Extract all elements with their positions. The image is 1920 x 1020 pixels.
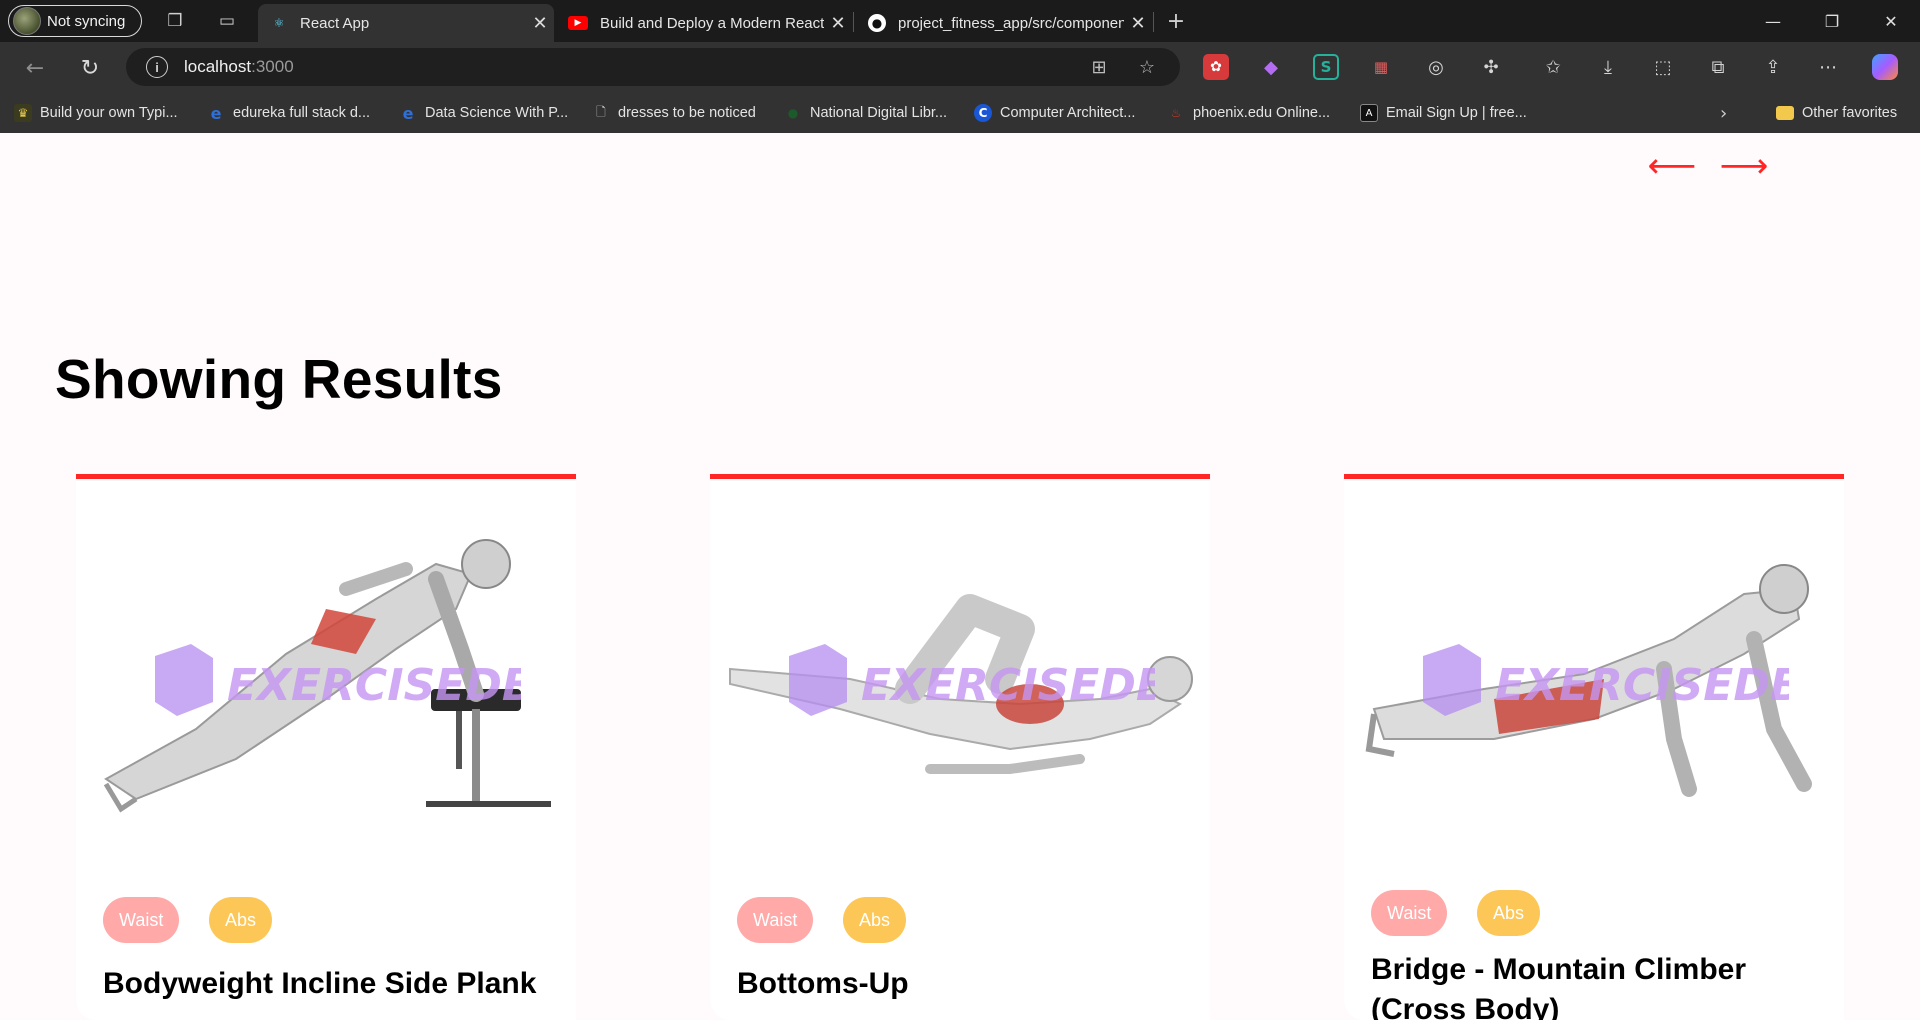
close-icon[interactable]: ✕: [526, 13, 554, 34]
exercise-image: EXERCISEDB: [76, 479, 576, 889]
tab-github[interactable]: ● project_fitness_app/src/componen ✕: [856, 4, 1152, 42]
site-info-icon[interactable]: i: [146, 56, 168, 78]
edureka-icon: e: [210, 103, 222, 123]
tab-divider: [1153, 12, 1154, 32]
extensions-puzzle-icon[interactable]: ✣: [1478, 54, 1504, 80]
favorites-icon[interactable]: ✩: [1540, 54, 1566, 80]
tag-abs[interactable]: Abs: [209, 897, 273, 943]
vercel-icon: A: [1360, 104, 1378, 122]
address-row: ← ↻ i localhost:3000 ⊞ ☆ ✿ ◆ S ▦ ◎ ✣ ✩ ⤓…: [0, 42, 1920, 92]
browser-chrome: Not syncing ❒ ▭ ⚛ React App ✕ ▶ Build an…: [0, 0, 1920, 133]
svg-text:EXERCISEDB: EXERCISEDB: [227, 660, 521, 711]
profile-button[interactable]: Not syncing: [8, 5, 142, 37]
tag-waist[interactable]: Waist: [737, 897, 814, 943]
exercise-card[interactable]: EXERCISEDB Waist Abs Bottoms-Up: [710, 474, 1210, 1020]
exercise-image: EXERCISEDB: [710, 479, 1210, 889]
watermark-logo: EXERCISEDB: [151, 644, 535, 729]
screenshot-icon[interactable]: ⬚: [1650, 54, 1676, 80]
extension-icon[interactable]: ▦: [1368, 54, 1394, 80]
url-text: localhost:3000: [184, 57, 294, 76]
scroll-right-arrow-icon[interactable]: ⟶: [1720, 146, 1769, 186]
tag-abs[interactable]: Abs: [843, 897, 907, 943]
exercise-name: Bridge - Mountain Climber (Cross Body): [1371, 953, 1746, 1020]
react-icon: ⚛: [273, 16, 285, 30]
tab-youtube[interactable]: ▶ Build and Deploy a Modern React ✕: [556, 4, 852, 42]
collections-icon[interactable]: ⧉: [1705, 54, 1731, 80]
bookmark-item[interactable]: e Data Science With P...: [399, 101, 569, 125]
bookmark-item[interactable]: 🗋 dresses to be noticed: [592, 101, 756, 125]
tab-react-app[interactable]: ⚛ React App ✕: [258, 4, 554, 42]
workspaces-icon[interactable]: ❒: [163, 9, 187, 33]
bookmark-item[interactable]: C Computer Architect...: [974, 101, 1135, 125]
extension-icon[interactable]: S: [1313, 54, 1339, 80]
bookmarks-overflow-chevron-icon[interactable]: ›: [1720, 101, 1727, 125]
tag-waist[interactable]: Waist: [1371, 890, 1448, 936]
more-options-icon[interactable]: ⋯: [1815, 54, 1841, 80]
favorite-star-icon[interactable]: ☆: [1136, 56, 1158, 78]
youtube-icon: ▶: [568, 16, 588, 30]
ndl-icon: ●: [787, 106, 799, 120]
extension-icon[interactable]: ◆: [1258, 54, 1284, 80]
bookmark-item[interactable]: e edureka full stack d...: [207, 101, 370, 125]
avatar: [13, 7, 41, 35]
exercise-name: Bottoms-Up: [737, 967, 909, 1000]
close-window-icon[interactable]: ✕: [1862, 0, 1920, 42]
bookmark-item[interactable]: ● National Digital Libr...: [784, 101, 947, 125]
minimize-icon[interactable]: —: [1744, 0, 1802, 42]
close-icon[interactable]: ✕: [824, 13, 852, 34]
extension-icon[interactable]: ✿: [1203, 54, 1229, 80]
page-title: Showing Results: [55, 348, 503, 410]
watermark-logo: EXERCISEDB: [1419, 644, 1803, 729]
tab-title: React App: [300, 14, 370, 32]
exercise-name: Bodyweight Incline Side Plank: [103, 967, 537, 1000]
refresh-icon[interactable]: ↻: [75, 53, 105, 83]
watermark-logo: EXERCISEDB: [785, 644, 1169, 729]
back-icon[interactable]: ←: [20, 53, 50, 83]
share-icon[interactable]: ⇪: [1760, 54, 1786, 80]
bookmark-favicon: ♛: [14, 104, 32, 122]
tag-waist[interactable]: Waist: [103, 897, 180, 943]
other-favorites-folder[interactable]: Other favorites: [1776, 101, 1897, 125]
exercise-card[interactable]: EXERCISEDB Waist Abs Bodyweight Incline …: [76, 474, 576, 1020]
bookmark-item[interactable]: A Email Sign Up | free...: [1360, 101, 1527, 125]
bookmarks-bar: ♛ Build your own Typi... e edureka full st…: [0, 92, 1920, 133]
edureka-icon: e: [402, 103, 414, 123]
scroll-left-arrow-icon[interactable]: ⟵: [1648, 146, 1697, 186]
profile-label: Not syncing: [47, 12, 126, 30]
bookmark-item[interactable]: ♨ phoenix.edu Online...: [1167, 101, 1330, 125]
svg-text:EXERCISEDB: EXERCISEDB: [1495, 660, 1789, 711]
tab-actions-icon[interactable]: ▭: [215, 9, 239, 33]
new-tab-icon[interactable]: +: [1164, 9, 1188, 34]
close-icon[interactable]: ✕: [1124, 13, 1152, 34]
tab-bar: Not syncing ❒ ▭ ⚛ React App ✕ ▶ Build an…: [0, 0, 1920, 42]
address-bar[interactable]: i localhost:3000 ⊞ ☆: [126, 48, 1180, 86]
page-icon: 🗋: [596, 104, 606, 119]
github-icon: ●: [868, 14, 886, 32]
tab-title: Build and Deploy a Modern React: [600, 14, 824, 32]
copilot-icon[interactable]: [1872, 54, 1898, 80]
restore-icon[interactable]: ❐: [1803, 0, 1861, 42]
svg-text:EXERCISEDB: EXERCISEDB: [861, 660, 1155, 711]
c-icon: C: [974, 104, 992, 122]
tab-title: project_fitness_app/src/componen: [898, 14, 1124, 32]
exercise-image: EXERCISEDB: [1344, 479, 1844, 889]
folder-icon: [1776, 106, 1794, 120]
phoenix-icon: ♨: [1170, 106, 1182, 120]
downloads-icon[interactable]: ⤓: [1595, 54, 1621, 80]
exercise-card[interactable]: EXERCISEDB Waist Abs Bridge - Mountain C…: [1344, 474, 1844, 1020]
tab-divider: [853, 12, 854, 32]
tag-abs[interactable]: Abs: [1477, 890, 1541, 936]
bookmark-item[interactable]: ♛ Build your own Typi...: [14, 101, 178, 125]
app-available-icon[interactable]: ⊞: [1088, 56, 1110, 78]
extension-icon[interactable]: ◎: [1423, 54, 1449, 80]
